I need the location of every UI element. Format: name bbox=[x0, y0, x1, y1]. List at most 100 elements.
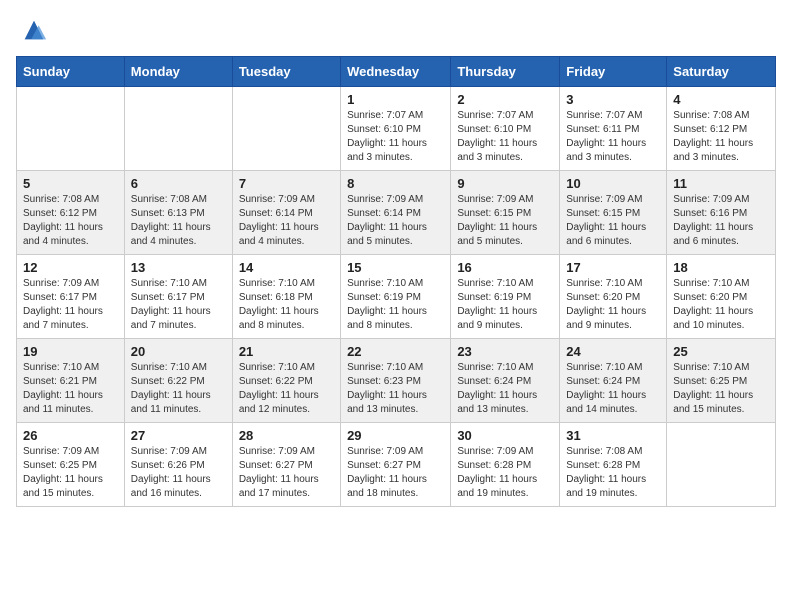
calendar-cell: 7 Sunrise: 7:09 AM Sunset: 6:14 PM Daylig… bbox=[232, 171, 340, 255]
calendar-cell: 31 Sunrise: 7:08 AM Sunset: 6:28 PM Dayli… bbox=[560, 423, 667, 507]
day-info: Sunrise: 7:08 AM Sunset: 6:12 PM Dayligh… bbox=[673, 109, 769, 165]
day-number: 5 bbox=[23, 176, 118, 191]
day-info: Sunrise: 7:09 AM Sunset: 6:25 PM Dayligh… bbox=[23, 445, 118, 501]
day-info: Sunrise: 7:10 AM Sunset: 6:25 PM Dayligh… bbox=[673, 361, 769, 417]
weekday-header-friday: Friday bbox=[560, 57, 667, 87]
weekday-header-saturday: Saturday bbox=[667, 57, 776, 87]
day-info: Sunrise: 7:09 AM Sunset: 6:14 PM Dayligh… bbox=[239, 193, 334, 249]
calendar-cell: 4 Sunrise: 7:08 AM Sunset: 6:12 PM Daylig… bbox=[667, 87, 776, 171]
day-info: Sunrise: 7:09 AM Sunset: 6:16 PM Dayligh… bbox=[673, 193, 769, 249]
day-info: Sunrise: 7:09 AM Sunset: 6:27 PM Dayligh… bbox=[347, 445, 444, 501]
day-number: 21 bbox=[239, 344, 334, 359]
day-number: 7 bbox=[239, 176, 334, 191]
calendar-cell: 27 Sunrise: 7:09 AM Sunset: 6:26 PM Dayli… bbox=[124, 423, 232, 507]
calendar-cell: 30Sunrise: 7:09 AM Sunset: 6:28 PM Dayli… bbox=[451, 423, 560, 507]
calendar-cell: 5 Sunrise: 7:08 AM Sunset: 6:12 PM Daylig… bbox=[17, 171, 125, 255]
day-info: Sunrise: 7:09 AM Sunset: 6:28 PM Dayligh… bbox=[457, 445, 553, 501]
weekday-header-wednesday: Wednesday bbox=[341, 57, 451, 87]
week-row-4: 19 Sunrise: 7:10 AM Sunset: 6:21 PM Dayli… bbox=[17, 339, 776, 423]
calendar-cell: 25 Sunrise: 7:10 AM Sunset: 6:25 PM Dayli… bbox=[667, 339, 776, 423]
calendar-cell: 13 Sunrise: 7:10 AM Sunset: 6:17 PM Dayli… bbox=[124, 255, 232, 339]
day-info: Sunrise: 7:10 AM Sunset: 6:20 PM Dayligh… bbox=[673, 277, 769, 333]
calendar-cell: 3Sunrise: 7:07 AM Sunset: 6:11 PM Daylig… bbox=[560, 87, 667, 171]
calendar-table: SundayMondayTuesdayWednesdayThursdayFrid… bbox=[16, 56, 776, 507]
day-number: 3 bbox=[566, 92, 660, 107]
day-info: Sunrise: 7:07 AM Sunset: 6:10 PM Dayligh… bbox=[457, 109, 553, 165]
calendar-cell bbox=[17, 87, 125, 171]
day-number: 16 bbox=[457, 260, 553, 275]
weekday-header-thursday: Thursday bbox=[451, 57, 560, 87]
calendar-cell bbox=[667, 423, 776, 507]
day-number: 17 bbox=[566, 260, 660, 275]
week-row-2: 5 Sunrise: 7:08 AM Sunset: 6:12 PM Daylig… bbox=[17, 171, 776, 255]
calendar-cell: 26Sunrise: 7:09 AM Sunset: 6:25 PM Dayli… bbox=[17, 423, 125, 507]
day-number: 4 bbox=[673, 92, 769, 107]
day-number: 2 bbox=[457, 92, 553, 107]
day-number: 18 bbox=[673, 260, 769, 275]
calendar-cell: 20Sunrise: 7:10 AM Sunset: 6:22 PM Dayli… bbox=[124, 339, 232, 423]
page-header bbox=[16, 16, 776, 44]
calendar-cell: 15Sunrise: 7:10 AM Sunset: 6:19 PM Dayli… bbox=[341, 255, 451, 339]
calendar-cell: 6 Sunrise: 7:08 AM Sunset: 6:13 PM Daylig… bbox=[124, 171, 232, 255]
day-info: Sunrise: 7:10 AM Sunset: 6:20 PM Dayligh… bbox=[566, 277, 660, 333]
calendar-cell: 11 Sunrise: 7:09 AM Sunset: 6:16 PM Dayli… bbox=[667, 171, 776, 255]
day-number: 14 bbox=[239, 260, 334, 275]
calendar-cell: 14 Sunrise: 7:10 AM Sunset: 6:18 PM Dayli… bbox=[232, 255, 340, 339]
day-number: 31 bbox=[566, 428, 660, 443]
week-row-5: 26Sunrise: 7:09 AM Sunset: 6:25 PM Dayli… bbox=[17, 423, 776, 507]
day-number: 11 bbox=[673, 176, 769, 191]
calendar-cell: 23 Sunrise: 7:10 AM Sunset: 6:24 PM Dayli… bbox=[451, 339, 560, 423]
calendar-cell: 18 Sunrise: 7:10 AM Sunset: 6:20 PM Dayli… bbox=[667, 255, 776, 339]
day-info: Sunrise: 7:08 AM Sunset: 6:28 PM Dayligh… bbox=[566, 445, 660, 501]
day-info: Sunrise: 7:09 AM Sunset: 6:26 PM Dayligh… bbox=[131, 445, 226, 501]
day-info: Sunrise: 7:07 AM Sunset: 6:10 PM Dayligh… bbox=[347, 109, 444, 165]
day-info: Sunrise: 7:10 AM Sunset: 6:23 PM Dayligh… bbox=[347, 361, 444, 417]
calendar-cell: 24Sunrise: 7:10 AM Sunset: 6:24 PM Dayli… bbox=[560, 339, 667, 423]
calendar-cell: 10 Sunrise: 7:09 AM Sunset: 6:15 PM Dayli… bbox=[560, 171, 667, 255]
day-number: 19 bbox=[23, 344, 118, 359]
day-number: 29 bbox=[347, 428, 444, 443]
day-number: 23 bbox=[457, 344, 553, 359]
day-info: Sunrise: 7:10 AM Sunset: 6:22 PM Dayligh… bbox=[131, 361, 226, 417]
day-number: 9 bbox=[457, 176, 553, 191]
calendar-cell: 9 Sunrise: 7:09 AM Sunset: 6:15 PM Daylig… bbox=[451, 171, 560, 255]
day-number: 24 bbox=[566, 344, 660, 359]
day-info: Sunrise: 7:10 AM Sunset: 6:19 PM Dayligh… bbox=[457, 277, 553, 333]
weekday-header-monday: Monday bbox=[124, 57, 232, 87]
day-info: Sunrise: 7:09 AM Sunset: 6:15 PM Dayligh… bbox=[457, 193, 553, 249]
weekday-header-tuesday: Tuesday bbox=[232, 57, 340, 87]
logo-icon bbox=[20, 16, 48, 44]
calendar-cell bbox=[124, 87, 232, 171]
day-number: 25 bbox=[673, 344, 769, 359]
calendar-cell: 22Sunrise: 7:10 AM Sunset: 6:23 PM Dayli… bbox=[341, 339, 451, 423]
weekday-header-sunday: Sunday bbox=[17, 57, 125, 87]
calendar-cell: 28 Sunrise: 7:09 AM Sunset: 6:27 PM Dayli… bbox=[232, 423, 340, 507]
calendar-cell: 29 Sunrise: 7:09 AM Sunset: 6:27 PM Dayli… bbox=[341, 423, 451, 507]
day-info: Sunrise: 7:09 AM Sunset: 6:14 PM Dayligh… bbox=[347, 193, 444, 249]
day-number: 13 bbox=[131, 260, 226, 275]
logo bbox=[16, 16, 48, 44]
day-number: 27 bbox=[131, 428, 226, 443]
day-info: Sunrise: 7:10 AM Sunset: 6:17 PM Dayligh… bbox=[131, 277, 226, 333]
day-number: 12 bbox=[23, 260, 118, 275]
day-info: Sunrise: 7:09 AM Sunset: 6:15 PM Dayligh… bbox=[566, 193, 660, 249]
day-info: Sunrise: 7:10 AM Sunset: 6:21 PM Dayligh… bbox=[23, 361, 118, 417]
calendar-cell: 21 Sunrise: 7:10 AM Sunset: 6:22 PM Dayli… bbox=[232, 339, 340, 423]
day-info: Sunrise: 7:08 AM Sunset: 6:13 PM Dayligh… bbox=[131, 193, 226, 249]
day-number: 8 bbox=[347, 176, 444, 191]
day-number: 6 bbox=[131, 176, 226, 191]
week-row-3: 12 Sunrise: 7:09 AM Sunset: 6:17 PM Dayli… bbox=[17, 255, 776, 339]
calendar-cell: 17 Sunrise: 7:10 AM Sunset: 6:20 PM Dayli… bbox=[560, 255, 667, 339]
day-info: Sunrise: 7:10 AM Sunset: 6:19 PM Dayligh… bbox=[347, 277, 444, 333]
day-info: Sunrise: 7:09 AM Sunset: 6:27 PM Dayligh… bbox=[239, 445, 334, 501]
day-number: 28 bbox=[239, 428, 334, 443]
day-info: Sunrise: 7:10 AM Sunset: 6:24 PM Dayligh… bbox=[457, 361, 553, 417]
day-info: Sunrise: 7:08 AM Sunset: 6:12 PM Dayligh… bbox=[23, 193, 118, 249]
day-info: Sunrise: 7:10 AM Sunset: 6:22 PM Dayligh… bbox=[239, 361, 334, 417]
calendar-cell: 19 Sunrise: 7:10 AM Sunset: 6:21 PM Dayli… bbox=[17, 339, 125, 423]
calendar-cell: 12 Sunrise: 7:09 AM Sunset: 6:17 PM Dayli… bbox=[17, 255, 125, 339]
day-number: 10 bbox=[566, 176, 660, 191]
day-info: Sunrise: 7:10 AM Sunset: 6:18 PM Dayligh… bbox=[239, 277, 334, 333]
day-info: Sunrise: 7:09 AM Sunset: 6:17 PM Dayligh… bbox=[23, 277, 118, 333]
calendar-cell bbox=[232, 87, 340, 171]
